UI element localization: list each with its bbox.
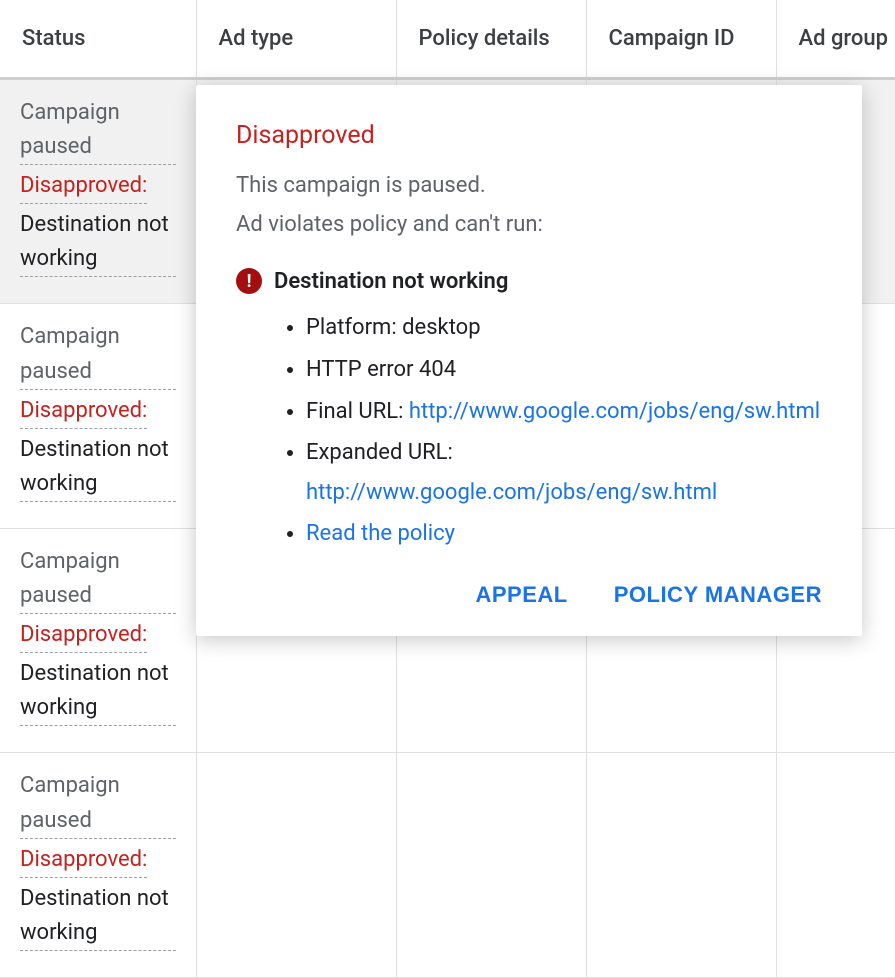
- status-detail: Destination not working: [20, 657, 176, 726]
- col-ad-group[interactable]: Ad group: [776, 0, 895, 79]
- tooltip-line2: Ad violates policy and can't run:: [236, 207, 822, 242]
- status-paused: Campaign paused: [20, 769, 176, 838]
- col-campaign-id[interactable]: Campaign ID: [586, 0, 776, 79]
- status-detail: Destination not working: [20, 433, 176, 502]
- read-policy-link[interactable]: Read the policy: [306, 521, 455, 546]
- status-disapproved: Disapproved:: [20, 169, 147, 204]
- reason-final-url: Final URL: http://www.google.com/jobs/en…: [306, 392, 822, 432]
- reason-http: HTTP error 404: [306, 350, 822, 390]
- policy-tooltip: Disapproved This campaign is paused. Ad …: [196, 85, 862, 636]
- appeal-button[interactable]: APPEAL: [475, 582, 567, 608]
- col-policy-details[interactable]: Policy details: [396, 0, 586, 79]
- reason-platform: Platform: desktop: [306, 308, 822, 348]
- error-icon: !: [236, 268, 262, 294]
- status-disapproved: Disapproved:: [20, 618, 147, 653]
- policy-name: Destination not working: [274, 269, 508, 294]
- table-header-row: Status Ad type Policy details Campaign I…: [0, 0, 895, 79]
- tooltip-line1: This campaign is paused.: [236, 168, 822, 203]
- table-row[interactable]: Campaign paused Disapproved: Destination…: [0, 753, 895, 977]
- tooltip-title: Disapproved: [236, 121, 822, 150]
- policy-manager-button[interactable]: POLICY MANAGER: [614, 582, 822, 608]
- expanded-url-link[interactable]: http://www.google.com/jobs/eng/sw.html: [306, 480, 717, 505]
- status-paused: Campaign paused: [20, 320, 176, 389]
- status-detail: Destination not working: [20, 882, 176, 951]
- status-disapproved: Disapproved:: [20, 843, 147, 878]
- col-ad-type[interactable]: Ad type: [196, 0, 396, 79]
- status-detail: Destination not working: [20, 208, 176, 277]
- col-status[interactable]: Status: [0, 0, 196, 79]
- final-url-link[interactable]: http://www.google.com/jobs/eng/sw.html: [409, 399, 820, 424]
- reason-expanded-url: Expanded URL: http://www.google.com/jobs…: [306, 433, 822, 512]
- status-paused: Campaign paused: [20, 545, 176, 614]
- status-paused: Campaign paused: [20, 96, 176, 165]
- status-disapproved: Disapproved:: [20, 394, 147, 429]
- policy-reasons: Platform: desktop HTTP error 404 Final U…: [236, 308, 822, 554]
- reason-read-policy: Read the policy: [306, 514, 822, 554]
- campaign-id-cell: [586, 753, 776, 977]
